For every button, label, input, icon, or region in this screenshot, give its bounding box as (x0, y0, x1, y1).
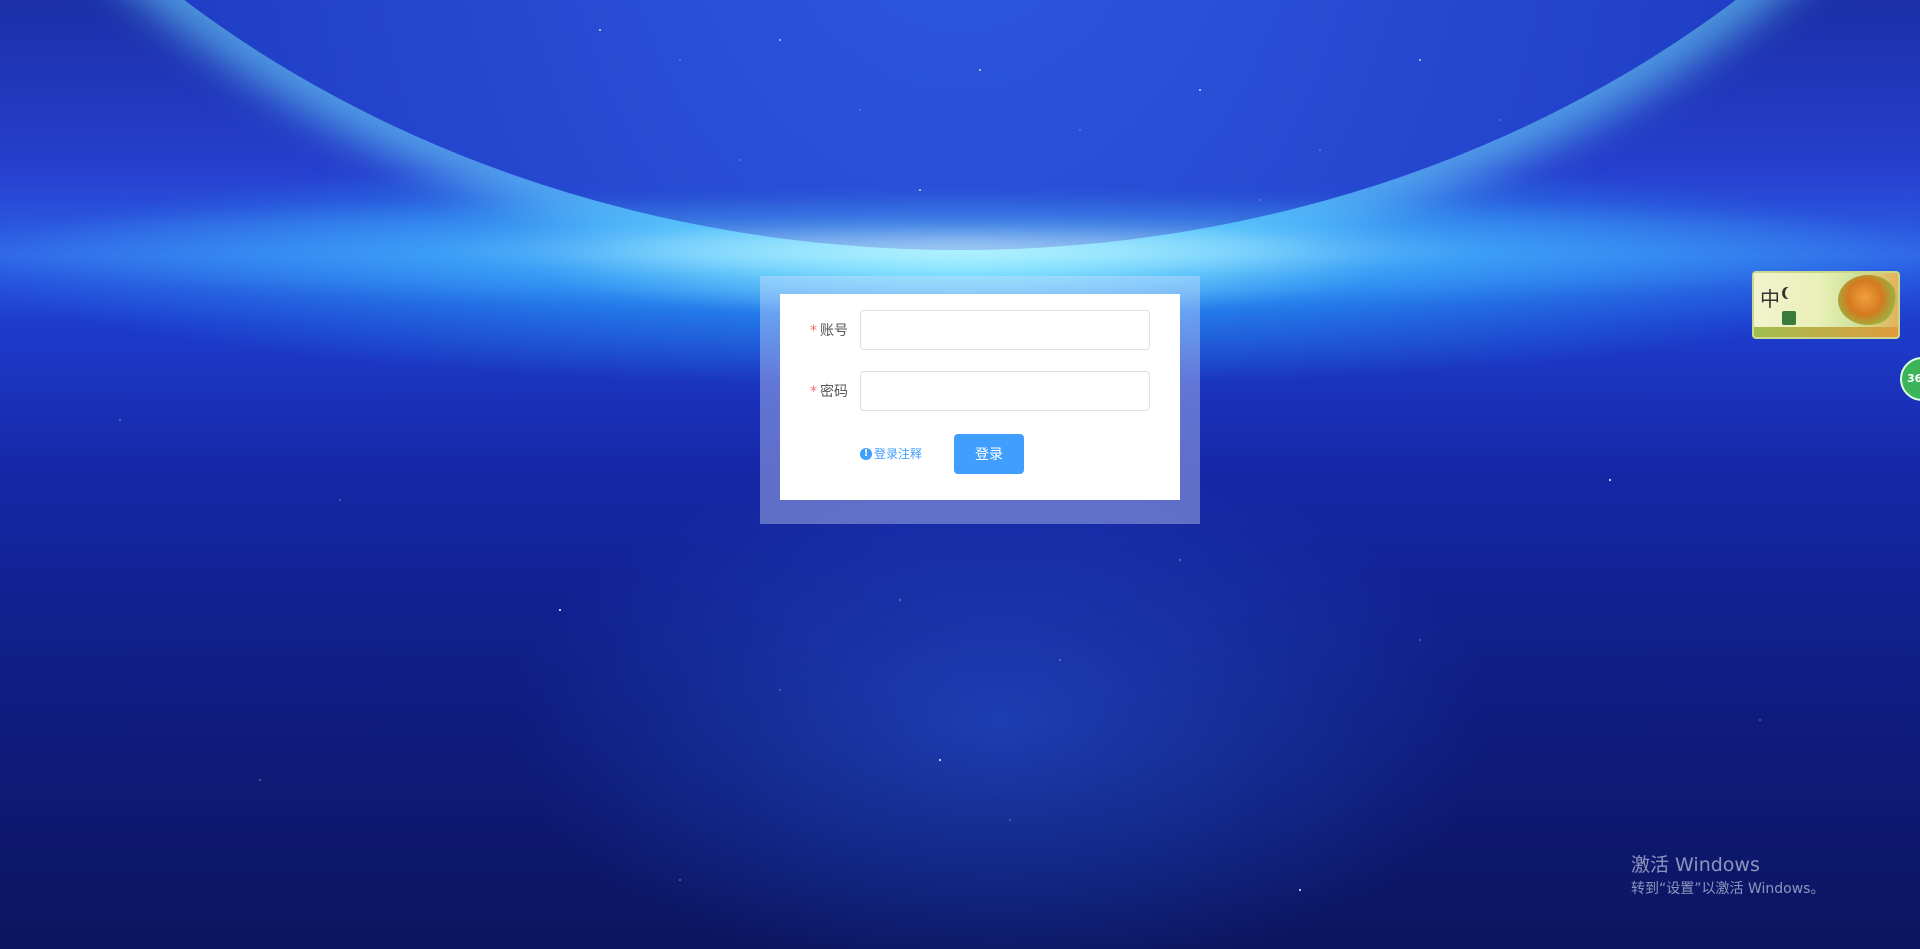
account-input[interactable] (860, 310, 1150, 350)
password-row: * 密码 (780, 371, 1180, 413)
shirt-icon (1782, 311, 1796, 325)
login-note-text: 登录注释 (874, 447, 923, 461)
login-form: * 账号 * 密码 ! 登录注释 登录 (780, 294, 1180, 500)
watermark-title: 激活 Windows (1631, 854, 1760, 876)
floating-ad-widget[interactable]: 中 (1752, 271, 1900, 339)
password-label-text: 密码 (820, 384, 848, 400)
required-mark: * (810, 384, 817, 400)
grass-strip (1754, 327, 1898, 337)
watermark-subtitle: 转到“设置”以激活 Windows。 (1631, 881, 1825, 897)
password-label: * 密码 (810, 382, 848, 402)
account-row: * 账号 (780, 310, 1180, 352)
form-actions: ! 登录注释 登录 (780, 434, 1180, 474)
required-mark: * (810, 323, 817, 339)
login-note-link[interactable]: ! 登录注释 (860, 446, 922, 462)
login-panel-frame: * 账号 * 密码 ! 登录注释 登录 (760, 276, 1200, 524)
ad-char: 中 (1760, 287, 1780, 311)
login-page: * 账号 * 密码 ! 登录注释 登录 中 36 激活 Windows 转到“设… (0, 0, 1920, 949)
account-label: * 账号 (810, 321, 848, 341)
login-button[interactable]: 登录 (954, 434, 1024, 474)
windows-activation-watermark: 激活 Windows 转到“设置”以激活 Windows。 (1631, 853, 1824, 899)
password-input[interactable] (860, 371, 1150, 411)
account-label-text: 账号 (820, 323, 848, 339)
moon-icon (1785, 287, 1795, 299)
info-icon: ! (860, 448, 872, 460)
tree-illustration (1838, 275, 1898, 325)
